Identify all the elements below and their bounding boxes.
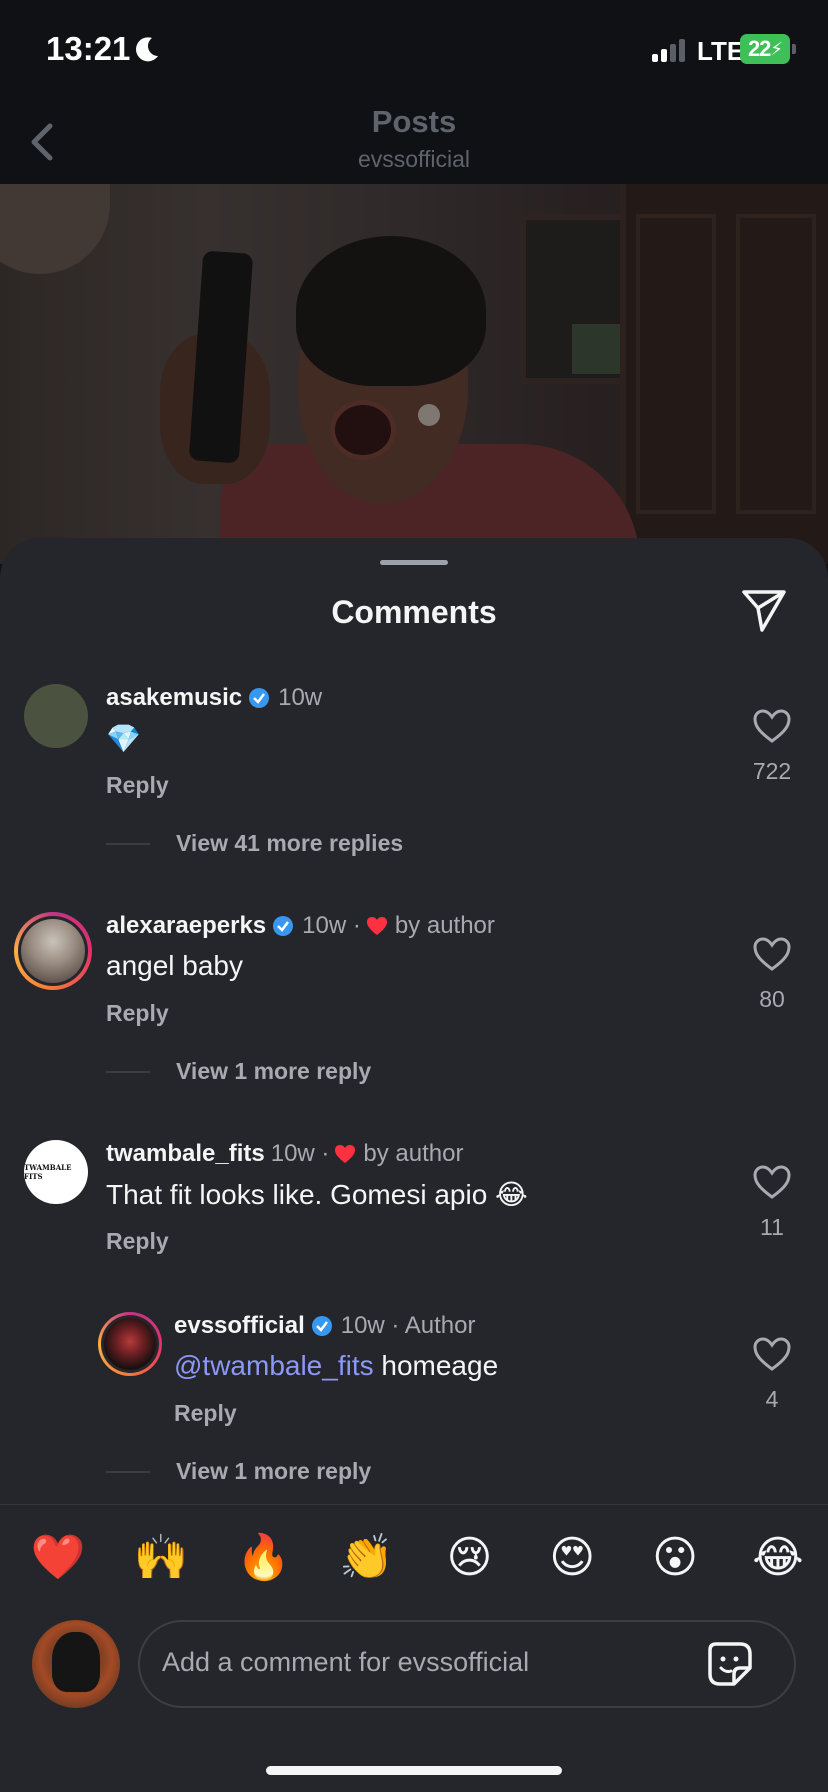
battery-tip [792,44,796,54]
comment-text-body: homeage [373,1350,499,1381]
moon-icon [136,37,158,62]
avatar-story-ring[interactable] [98,1312,162,1376]
like-count: 80 [759,986,785,1012]
network-type: LTE [697,36,745,66]
heart-outline-icon[interactable] [752,1336,792,1372]
post-image[interactable] [0,184,828,564]
reply-button[interactable]: Reply [106,1000,169,1027]
comment-text: That fit looks like. Gomesi apio 😂 [106,1179,528,1210]
cellular-signal-icon [652,38,685,62]
heart-filled-icon [366,917,387,935]
comment-time: 10w · Author [340,1312,476,1339]
avatar-story-ring[interactable] [14,912,92,990]
reaction-crying[interactable]: 😢 [439,1528,499,1588]
view-more-replies[interactable]: View 41 more replies [106,830,403,857]
comments-sheet: Comments asakemusic 10w 💎 Reply 722 View… [0,538,828,1792]
liked-by-author: by author [394,912,495,939]
heart-filled-icon [335,1145,356,1163]
paper-plane-icon[interactable] [740,588,788,634]
verified-badge-icon [249,688,270,708]
comment-time: 10w · [270,1140,330,1167]
reaction-raised-hands[interactable]: 🙌 [131,1528,191,1588]
page-subtitle: evssofficial [357,146,471,172]
avatar[interactable]: TWAMBALE FITS [24,1140,88,1204]
comment-header: alexaraeperks 10w · by author [106,912,495,940]
view-more-label: View 41 more replies [176,830,404,856]
reply-button[interactable]: Reply [106,772,169,799]
avatar [104,1318,156,1370]
sheet-grabber[interactable] [380,560,448,565]
quick-reactions: ❤️ 🙌 🔥 👏 😢 😍 😮 😂 [28,1528,808,1588]
comment-text: @twambale_fits homeage [174,1350,498,1382]
nav-bar: Posts evssofficial [0,100,828,184]
reply-button[interactable]: Reply [174,1400,237,1427]
comment-time: 10w · [302,912,361,939]
avatar-logo-text: TWAMBALE FITS [24,1163,72,1181]
comment-username[interactable]: alexaraeperks [106,912,266,940]
reaction-laughing[interactable]: 😂 [748,1528,808,1588]
verified-badge-icon [311,1316,332,1336]
reaction-heart[interactable]: ❤️ [28,1528,88,1588]
thread-line [106,842,150,845]
comment-input-placeholder: Add a comment for evssofficial [162,1647,530,1677]
mention-link[interactable]: @twambale_fits [174,1350,374,1381]
like-count: 722 [752,758,792,784]
avatar[interactable] [24,684,88,748]
current-user-avatar-figure [52,1632,100,1692]
like-count: 4 [765,1386,779,1412]
sheet-title: Comments [331,594,497,630]
heart-outline-icon[interactable] [752,708,792,744]
comment-text: 💎 [106,723,141,754]
comment-text: angel baby [106,950,244,981]
thread-line [106,1470,150,1473]
heart-outline-icon[interactable] [752,1164,792,1200]
battery-level: 22 [747,36,772,61]
thread-line [106,1070,150,1073]
like-count: 11 [760,1214,784,1240]
view-more-replies[interactable]: View 1 more reply [106,1058,371,1085]
status-bar: 13:21 LTE 22 ⚡ [0,0,828,100]
home-indicator[interactable] [266,1766,562,1775]
reaction-clap[interactable]: 👏 [337,1528,397,1588]
avatar [21,919,85,983]
comment-username[interactable]: evssofficial [174,1312,305,1340]
comment-header: asakemusic 10w [106,684,322,712]
comment-time: 10w [278,684,323,711]
status-time: 13:21 [46,30,131,67]
comment-username[interactable]: twambale_fits [106,1140,265,1168]
view-more-replies[interactable]: View 1 more reply [106,1458,371,1485]
reaction-fire[interactable]: 🔥 [234,1528,294,1588]
reply-button[interactable]: Reply [106,1228,169,1255]
battery-icon: 22 ⚡ [740,34,790,64]
verified-badge-icon [273,916,294,936]
sticker-icon[interactable] [706,1640,754,1688]
liked-by-author: by author [363,1140,464,1167]
reaction-surprised[interactable]: 😮 [645,1528,705,1588]
photo-dim-overlay [0,184,828,564]
avatar-gap [18,916,88,986]
page-title: Posts [371,104,457,139]
reaction-heart-eyes[interactable]: 😍 [542,1528,602,1588]
view-more-label: View 1 more reply [176,1058,372,1084]
view-more-label: View 1 more reply [176,1458,372,1484]
divider [0,1504,828,1505]
avatar-gap [101,1315,159,1373]
comment-header: evssofficial 10w · Author [174,1312,475,1340]
comment-username[interactable]: asakemusic [106,684,242,712]
comment-header: twambale_fits 10w · by author [106,1140,463,1168]
heart-outline-icon[interactable] [752,936,792,972]
